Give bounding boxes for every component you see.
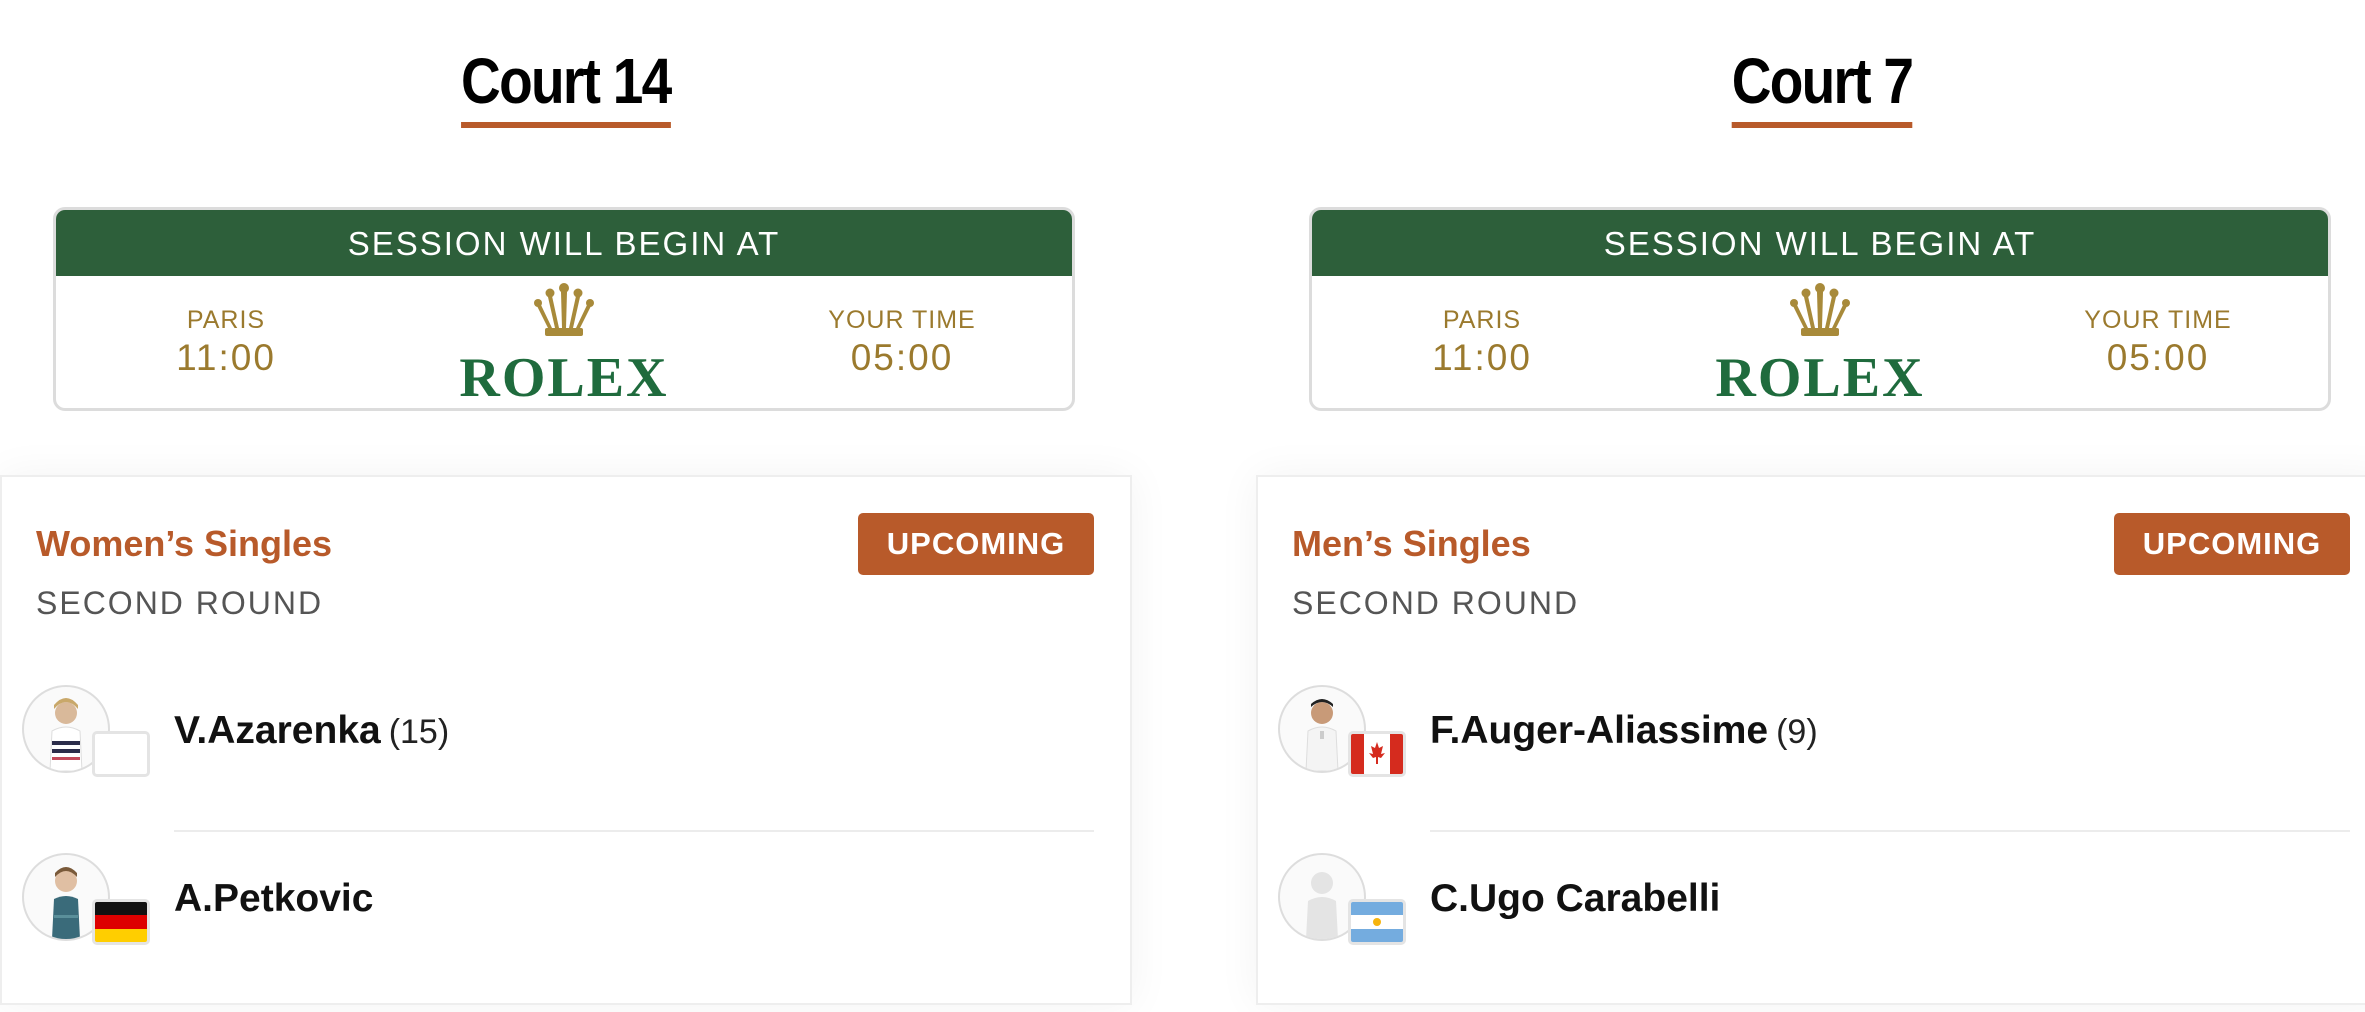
your-time: 05:00	[850, 337, 954, 378]
session-start-box: SESSION WILL BEGIN AT PARIS 11:00 ROLEX	[53, 207, 1075, 411]
session-start-box: SESSION WILL BEGIN AT PARIS 11:00 ROLEX	[1309, 207, 2331, 411]
match-card[interactable]: Men’s Singles SECOND ROUND UPCOMING F.Au…	[1256, 475, 2365, 1005]
round-name: SECOND ROUND	[36, 585, 324, 621]
session-header: SESSION WILL BEGIN AT	[56, 210, 1072, 276]
your-time: 05:00	[2106, 337, 2210, 378]
court-column-14: Court 14 SESSION WILL BEGIN AT PARIS 11:…	[0, 0, 1132, 1012]
paris-label: PARIS	[186, 306, 266, 334]
event-name: Women’s Singles	[36, 523, 333, 564]
player-divider	[1430, 830, 2350, 832]
round-name: SECOND ROUND	[1292, 585, 1580, 621]
event-name: Men’s Singles	[1292, 523, 1531, 564]
status-badge: UPCOMING	[2114, 513, 2350, 575]
court-title: Court 7	[1256, 44, 2365, 128]
player-name-text: V.Azarenka	[174, 709, 381, 752]
player-seed: (9)	[1776, 713, 1818, 751]
court-title-text[interactable]: Court 7	[1731, 44, 1914, 128]
court-column-7: Court 7 SESSION WILL BEGIN AT PARIS 11:0…	[1256, 0, 2365, 1012]
your-time-label: YOUR TIME	[828, 306, 976, 334]
match-card[interactable]: Women’s Singles SECOND ROUND UPCOMING V.…	[0, 475, 1132, 1005]
argentina-flag-icon	[1348, 899, 1406, 945]
player-name-text: A.Petkovic	[174, 877, 374, 920]
germany-flag-icon	[92, 899, 150, 945]
player-name-text: F.Auger-Aliassime	[1430, 709, 1769, 752]
court-title: Court 14	[0, 44, 1132, 128]
your-time-block: YOUR TIME 05:00	[2058, 306, 2258, 379]
player-name[interactable]: V.Azarenka (15)	[174, 709, 449, 753]
court-title-text[interactable]: Court 14	[461, 44, 672, 128]
player-row[interactable]: V.Azarenka (15)	[22, 685, 1102, 785]
player-row[interactable]: F.Auger-Aliassime (9)	[1278, 685, 2358, 785]
player-row[interactable]: A.Petkovic	[22, 853, 1102, 953]
player-name[interactable]: F.Auger-Aliassime (9)	[1430, 709, 1818, 753]
your-time-label: YOUR TIME	[2084, 306, 2232, 334]
player-divider	[174, 830, 1094, 832]
player-seed: (15)	[388, 713, 450, 751]
status-badge: UPCOMING	[858, 513, 1094, 575]
canada-flag-icon	[1348, 731, 1406, 777]
player-name[interactable]: A.Petkovic	[174, 877, 381, 921]
player-row[interactable]: C.Ugo Carabelli	[1278, 853, 2358, 953]
your-time-block: YOUR TIME 05:00	[802, 306, 1002, 379]
rolex-crown-icon	[534, 283, 594, 336]
paris-label: PARIS	[1442, 306, 1522, 334]
rolex-crown-icon	[1790, 283, 1850, 336]
player-name-text: C.Ugo Carabelli	[1430, 877, 1721, 920]
session-header: SESSION WILL BEGIN AT	[1312, 210, 2328, 276]
blank-flag-icon	[92, 731, 150, 777]
player-name[interactable]: C.Ugo Carabelli	[1430, 877, 1728, 921]
